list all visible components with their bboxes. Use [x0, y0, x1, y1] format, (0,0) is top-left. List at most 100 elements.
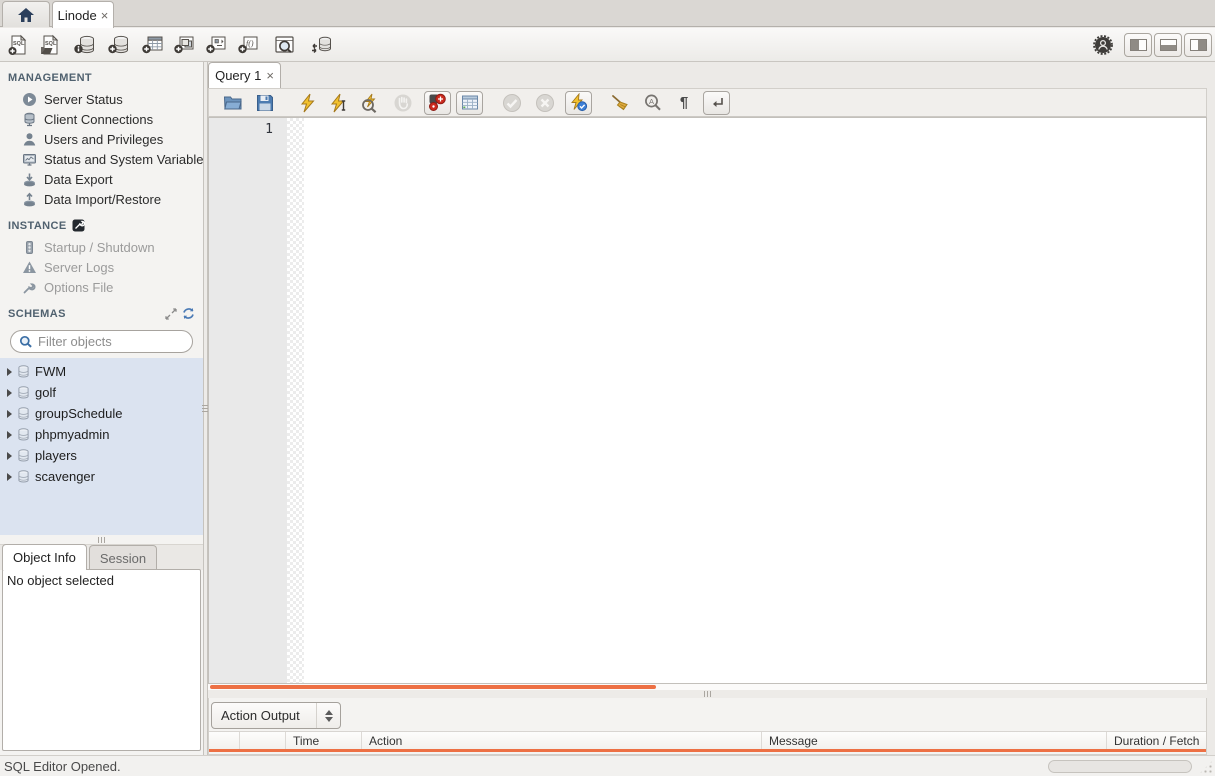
- explain-button[interactable]: [358, 91, 382, 115]
- beautify-button[interactable]: [609, 91, 633, 115]
- output-selector-label: Action Output: [221, 708, 300, 723]
- sidebar-item-server-logs[interactable]: Server Logs: [0, 257, 203, 277]
- line-number-gutter: 1: [209, 118, 287, 683]
- close-query-tab-icon[interactable]: ×: [266, 68, 274, 83]
- toggle-autocommit-button[interactable]: [565, 90, 592, 115]
- inspect-database-icon: [73, 34, 97, 56]
- open-sql-script-button[interactable]: SQL: [37, 32, 63, 58]
- sidebar-item-label: Server Logs: [44, 259, 115, 275]
- sql-code-editor[interactable]: 1: [208, 117, 1207, 684]
- schema-row-scavenger[interactable]: scavenger: [0, 466, 203, 487]
- expander-icon[interactable]: [7, 367, 12, 376]
- tab-object-info[interactable]: Object Info: [2, 544, 87, 570]
- expander-icon[interactable]: [7, 388, 12, 397]
- open-file-button[interactable]: [221, 91, 245, 115]
- home-tab[interactable]: [2, 1, 50, 27]
- sidebar-item-users-privileges[interactable]: Users and Privileges: [0, 129, 203, 149]
- sidebar-item-options-file[interactable]: Options File: [0, 277, 203, 297]
- scrollbar-thumb[interactable]: [210, 685, 656, 689]
- toggle-right-sidebar-button[interactable]: [1184, 33, 1212, 57]
- sidebar-item-label: Data Export: [44, 171, 113, 187]
- query-tab[interactable]: Query 1 ×: [208, 62, 281, 88]
- sidebar-item-data-export[interactable]: Data Export: [0, 169, 203, 189]
- schema-row-players[interactable]: players: [0, 445, 203, 466]
- refresh-schemas-icon[interactable]: [182, 307, 195, 320]
- commit-check-icon: [502, 93, 522, 113]
- users-privileges-icon: [22, 132, 37, 147]
- data-export-icon: [22, 172, 37, 187]
- editor-output-splitter[interactable]: [208, 690, 1207, 698]
- limit-rows-button[interactable]: [456, 90, 483, 115]
- connection-tab[interactable]: Linode ×: [52, 1, 114, 28]
- expand-schemas-icon[interactable]: [165, 307, 177, 320]
- output-panel: Action Output Time Action Message Durati…: [208, 698, 1207, 755]
- save-icon: [256, 94, 274, 112]
- code-area[interactable]: [304, 118, 1206, 683]
- schema-row-golf[interactable]: golf: [0, 382, 203, 403]
- output-col-index[interactable]: [240, 732, 286, 749]
- sidebar-item-server-status[interactable]: Server Status: [0, 89, 203, 109]
- schema-row-groupschedule[interactable]: groupSchedule: [0, 403, 203, 424]
- sidebar-item-label: Data Import/Restore: [44, 191, 162, 207]
- resize-grip[interactable]: [1199, 760, 1213, 774]
- rollback-button[interactable]: [533, 91, 557, 115]
- sidebar-item-startup-shutdown[interactable]: Startup / Shutdown: [0, 237, 203, 257]
- execute-current-button[interactable]: [327, 91, 351, 115]
- preferences-button[interactable]: [1090, 32, 1116, 58]
- broom-icon: [611, 94, 631, 112]
- schema-row-phpmyadmin[interactable]: phpmyadmin: [0, 424, 203, 445]
- reconnect-dbms-button[interactable]: [308, 32, 334, 58]
- expander-icon[interactable]: [7, 430, 12, 439]
- stop-button[interactable]: [391, 91, 415, 115]
- toggle-output-area-button[interactable]: [1154, 33, 1182, 57]
- expander-icon[interactable]: [7, 472, 12, 481]
- rollback-x-icon: [535, 93, 555, 113]
- toggle-left-sidebar-button[interactable]: [1124, 33, 1152, 57]
- create-procedure-button[interactable]: [204, 32, 230, 58]
- execute-button[interactable]: [296, 91, 320, 115]
- expander-icon[interactable]: [7, 409, 12, 418]
- tab-session[interactable]: Session: [88, 545, 158, 570]
- object-info-text: No object selected: [7, 573, 114, 588]
- new-sql-tab-button[interactable]: SQL: [5, 32, 31, 58]
- sidebar-item-data-import[interactable]: Data Import/Restore: [0, 189, 203, 209]
- schema-icon: [17, 386, 30, 399]
- sidebar-item-client-connections[interactable]: Client Connections: [0, 109, 203, 129]
- commit-button[interactable]: [500, 91, 524, 115]
- save-button[interactable]: [253, 91, 277, 115]
- search-data-button[interactable]: [272, 32, 298, 58]
- find-button[interactable]: A: [641, 91, 665, 115]
- sidebar-splitter-handle[interactable]: [0, 535, 203, 544]
- toggle-stop-on-error-button[interactable]: [424, 90, 451, 115]
- close-tab-icon[interactable]: ×: [101, 9, 109, 22]
- management-title-label: MANAGEMENT: [8, 72, 93, 84]
- create-schema-button[interactable]: [106, 32, 132, 58]
- output-col-status[interactable]: [209, 732, 240, 749]
- create-table-button[interactable]: [140, 32, 166, 58]
- output-col-time[interactable]: Time: [286, 732, 362, 749]
- toggle-wrap-button[interactable]: [703, 90, 730, 115]
- output-selector[interactable]: Action Output: [211, 702, 341, 729]
- navigator-sidebar: MANAGEMENT Server Status Client Connecti…: [0, 62, 203, 755]
- create-function-button[interactable]: f(): [236, 32, 262, 58]
- client-connections-icon: [22, 112, 37, 127]
- window-tab-bar: Linode ×: [0, 0, 1215, 28]
- reconnect-dbms-icon: [308, 34, 334, 56]
- output-col-duration[interactable]: Duration / Fetch: [1107, 732, 1206, 749]
- search-icon: [19, 335, 33, 349]
- expander-icon[interactable]: [7, 451, 12, 460]
- svg-text:f(): f(): [246, 39, 254, 48]
- inspect-database-button[interactable]: [72, 32, 98, 58]
- sidebar-item-status-variables[interactable]: Status and System Variables: [0, 149, 203, 169]
- home-icon: [17, 7, 35, 23]
- query-tab-label: Query 1: [215, 68, 262, 83]
- output-col-message[interactable]: Message: [762, 732, 1107, 749]
- schema-filter-input[interactable]: [38, 334, 184, 349]
- output-col-action[interactable]: Action: [362, 732, 762, 749]
- create-view-button[interactable]: [172, 32, 198, 58]
- schema-row-fwm[interactable]: FWM: [0, 361, 203, 382]
- options-file-icon: [22, 280, 37, 295]
- stop-on-error-icon: [428, 93, 447, 112]
- combo-spinner-icon[interactable]: [316, 703, 340, 728]
- show-invisibles-button[interactable]: ¶: [672, 91, 696, 115]
